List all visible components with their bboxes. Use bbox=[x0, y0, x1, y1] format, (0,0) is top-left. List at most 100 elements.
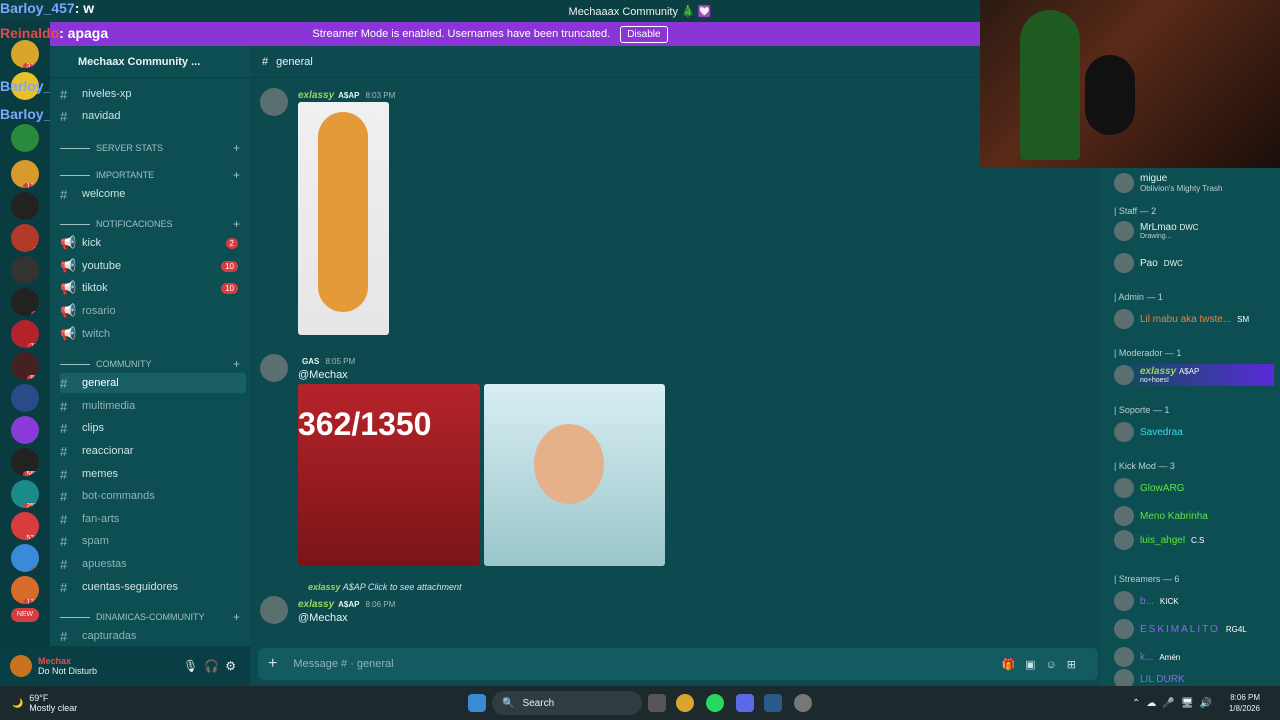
server-icon[interactable] bbox=[11, 256, 39, 284]
headphones-icon[interactable]: 🎧 bbox=[204, 659, 219, 673]
channel-item-youtube[interactable]: 📢 youtube 10 bbox=[60, 256, 246, 276]
category-community[interactable]: COMMUNITY + bbox=[60, 357, 246, 371]
message-author[interactable]: GAS 8:05 PM bbox=[298, 356, 355, 367]
attachment-image[interactable] bbox=[484, 384, 665, 566]
channel-item-apuestas[interactable]: # apuestas bbox=[60, 554, 246, 574]
server-icon[interactable]: 255 bbox=[11, 480, 39, 508]
attachment-image[interactable] bbox=[298, 102, 389, 335]
avatar bbox=[1114, 619, 1134, 639]
task-view-icon[interactable] bbox=[648, 694, 666, 712]
channel-item-capturadas[interactable]: # capturadas bbox=[60, 626, 246, 646]
member-item[interactable]: luis_ahgel C.S bbox=[1114, 529, 1274, 551]
server-icon[interactable]: 86 bbox=[11, 352, 39, 380]
member-item[interactable]: Meno Kabrinha bbox=[1114, 505, 1274, 527]
member-item[interactable]: ESKIMALITO RG4L bbox=[1114, 618, 1274, 640]
server-icon[interactable]: 1 bbox=[11, 288, 39, 316]
add-channel-icon[interactable]: + bbox=[233, 168, 240, 182]
member-item[interactable]: k... Amén bbox=[1114, 646, 1274, 668]
add-channel-icon[interactable]: + bbox=[233, 610, 240, 624]
member-item[interactable]: Pao DWC bbox=[1114, 252, 1274, 274]
message-author[interactable]: exlassy A$AP 8:03 PM bbox=[298, 90, 395, 101]
member-item[interactable]: MrLmao DWC Drawing... bbox=[1114, 220, 1274, 242]
server-icon[interactable]: 520 bbox=[11, 512, 39, 540]
channel-item-reaccionar[interactable]: # reaccionar bbox=[60, 441, 246, 461]
member-item[interactable]: Lil mabu aka twste... SM bbox=[1114, 308, 1274, 330]
reply-preview[interactable]: exlassy A$AP Click to see attachment bbox=[308, 582, 461, 592]
member-item[interactable]: b... KICK bbox=[1114, 590, 1274, 612]
member-item[interactable]: Savedraa bbox=[1114, 421, 1274, 443]
add-channel-icon[interactable]: + bbox=[233, 357, 240, 371]
message-composer[interactable]: + Message # · general 🎁▣☺⊞ bbox=[258, 648, 1098, 680]
plus-icon[interactable]: + bbox=[268, 655, 277, 673]
streamer-mode-text: Streamer Mode is enabled. Usernames have… bbox=[312, 28, 611, 40]
taskbar-clock[interactable]: 8:06 PM 1/8/2026 bbox=[1229, 692, 1260, 714]
weather-widget[interactable]: 🌙 69°F Mostly clear bbox=[12, 693, 77, 713]
member-item[interactable]: exlassy A$AP no+hoes! bbox=[1114, 364, 1274, 386]
channel-item-general[interactable]: # general bbox=[60, 373, 246, 393]
member-list: migue Oblivion's Mighty Trash | Staff — 2… bbox=[1100, 168, 1280, 689]
gear-icon[interactable]: ⚙ bbox=[225, 659, 236, 673]
channel-item[interactable]: # niveles-xp bbox=[60, 84, 246, 104]
server-icon[interactable]: 18 bbox=[11, 320, 39, 348]
category-notificaciones[interactable]: NOTIFICACIONES + bbox=[60, 217, 246, 231]
channel-item-clips[interactable]: # clips bbox=[60, 418, 246, 438]
obs-icon[interactable] bbox=[794, 694, 812, 712]
member-item[interactable]: GlowARG bbox=[1114, 477, 1274, 499]
composer-actions-icon[interactable]: 🎁▣☺⊞ bbox=[1001, 658, 1086, 671]
cartoon-head bbox=[534, 424, 604, 504]
channel-item[interactable]: # navidad bbox=[60, 106, 246, 126]
channel-item-rosario[interactable]: 📢 rosario bbox=[60, 301, 246, 321]
category-dinamicas[interactable]: DINAMICAS-COMMUNITY + bbox=[60, 610, 246, 624]
server-icon[interactable] bbox=[11, 192, 39, 220]
category-server-stats[interactable]: SERVER STATS + bbox=[60, 141, 246, 155]
channel-item-twitch[interactable]: 📢 twitch bbox=[60, 324, 246, 344]
server-name[interactable]: Mechaax Community ... bbox=[50, 46, 250, 78]
avatar bbox=[1114, 221, 1134, 241]
megaphone-icon: 📢 bbox=[60, 303, 77, 318]
taskbar-search[interactable]: 🔍 Search bbox=[492, 691, 642, 715]
server-icon[interactable]: 122 bbox=[11, 160, 39, 188]
streamer-mode-banner: Streamer Mode is enabled. Usernames have… bbox=[0, 22, 980, 46]
server-icon[interactable]: 138 bbox=[11, 576, 39, 604]
message-input[interactable]: Message # · general bbox=[293, 658, 393, 670]
channel-item-bot-commands[interactable]: # bot-commands bbox=[60, 486, 246, 506]
avatar[interactable] bbox=[260, 596, 288, 624]
channel-item-tiktok[interactable]: 📢 tiktok 10 bbox=[60, 278, 246, 298]
microphone-icon[interactable]: 🎙 bbox=[183, 659, 198, 673]
server-icon[interactable] bbox=[11, 124, 39, 152]
category-importante[interactable]: IMPORTANTE + bbox=[60, 168, 246, 182]
windows-start-icon[interactable] bbox=[468, 694, 486, 712]
avatar[interactable] bbox=[260, 354, 288, 382]
channel-item-spam[interactable]: # spam bbox=[60, 531, 246, 551]
avatar bbox=[1114, 530, 1134, 550]
server-icon[interactable]: 568 bbox=[11, 448, 39, 476]
new-badge[interactable]: NEW bbox=[11, 608, 39, 622]
spotify-icon[interactable] bbox=[706, 694, 724, 712]
add-channel-icon[interactable]: + bbox=[233, 141, 240, 155]
server-icon[interactable]: 6 bbox=[11, 544, 39, 572]
steam-icon[interactable] bbox=[764, 694, 782, 712]
channel-item-multimedia[interactable]: # multimedia bbox=[60, 396, 246, 416]
server-icon[interactable] bbox=[11, 416, 39, 444]
add-channel-icon[interactable]: + bbox=[233, 217, 240, 231]
server-icon[interactable]: 321 bbox=[11, 40, 39, 68]
hash-icon: # bbox=[60, 579, 68, 595]
member-item[interactable]: migue Oblivion's Mighty Trash bbox=[1114, 172, 1274, 194]
discord-icon[interactable] bbox=[736, 694, 754, 712]
channel-item-memes[interactable]: # memes bbox=[60, 464, 246, 484]
channel-item-cuentas-seguidores[interactable]: # cuentas-seguidores bbox=[60, 577, 246, 597]
avatar[interactable] bbox=[260, 88, 288, 116]
chrome-icon[interactable] bbox=[676, 694, 694, 712]
webcam-overlay bbox=[980, 0, 1280, 168]
channel-item-kick[interactable]: 📢 kick 2 bbox=[60, 233, 246, 253]
server-icon[interactable]: 9 bbox=[11, 224, 39, 252]
message-author[interactable]: exlassy A$AP 8:06 PM bbox=[298, 599, 395, 610]
hash-icon: # bbox=[60, 533, 68, 549]
avatar[interactable] bbox=[10, 655, 32, 677]
channel-item-fan-arts[interactable]: # fan-arts bbox=[60, 509, 246, 529]
channel-item-welcome[interactable]: # welcome bbox=[60, 184, 246, 204]
attachment-image[interactable]: 362/1350 bbox=[298, 384, 480, 566]
system-tray[interactable]: ⌃☁🎤🖥🔊 bbox=[1132, 698, 1218, 709]
disable-streamer-button[interactable]: Disable bbox=[620, 25, 668, 43]
server-icon[interactable] bbox=[11, 384, 39, 412]
